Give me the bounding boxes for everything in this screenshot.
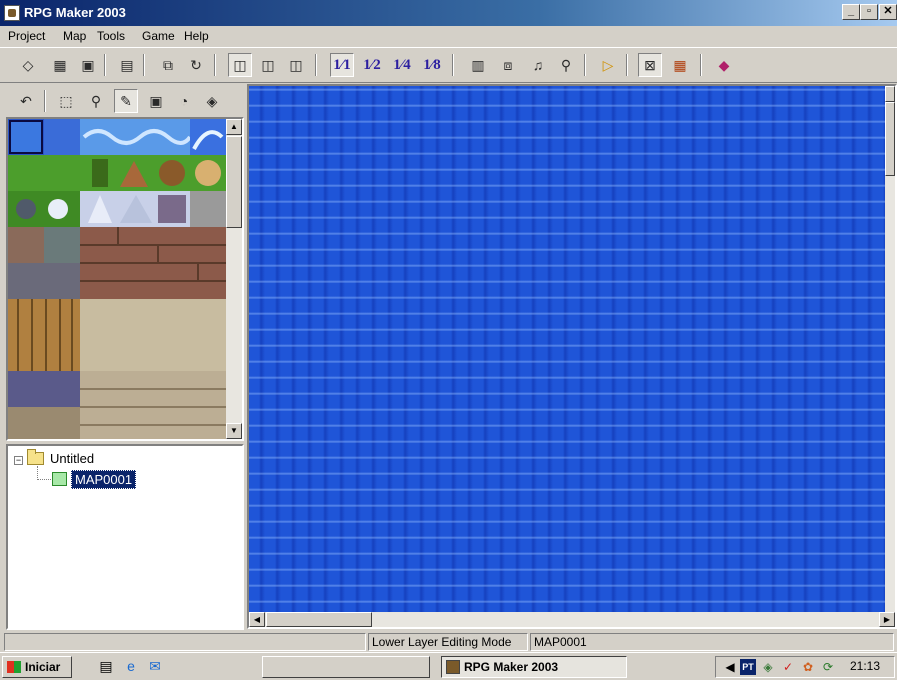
close-button[interactable]: ✕ bbox=[879, 4, 897, 20]
toolbar-separator bbox=[214, 54, 216, 76]
tileset-scrollbar[interactable]: ▲ ▼ bbox=[226, 119, 242, 439]
outlook-icon[interactable]: ✉ bbox=[146, 658, 164, 675]
status-cell-info bbox=[4, 633, 366, 651]
windows-taskbar: Iniciar ▤ e ✉ RPG Maker 2003 ◀ PT ◈ ✓ ✿ … bbox=[0, 652, 897, 680]
toolbar-separator bbox=[44, 90, 46, 112]
window-title: RPG Maker 2003 bbox=[24, 5, 126, 20]
map-scroll-right-button[interactable]: ▶ bbox=[879, 612, 895, 627]
scroll-up-button[interactable]: ▲ bbox=[226, 119, 242, 135]
start-button[interactable]: Iniciar bbox=[2, 656, 72, 678]
save-icon[interactable]: ▤ bbox=[115, 53, 139, 77]
map-hscroll-thumb[interactable] bbox=[266, 612, 372, 627]
toolbar-separator bbox=[143, 54, 145, 76]
tree-line bbox=[37, 479, 51, 480]
windows-logo-icon bbox=[7, 661, 21, 673]
start-label: Iniciar bbox=[25, 660, 61, 674]
search-icon[interactable]: ⚲ bbox=[554, 53, 578, 77]
fill-icon[interactable]: ◈ bbox=[200, 89, 224, 113]
app-window: RPG Maker 2003 _ ▫ ✕ Project Map Tools G… bbox=[0, 0, 897, 680]
rpg-maker-task-icon bbox=[446, 660, 460, 674]
status-bar: Lower Layer Editing Mode MAP0001 bbox=[0, 632, 897, 652]
toolbar-separator bbox=[626, 54, 628, 76]
clock: 21:13 bbox=[850, 659, 881, 673]
tileset-palette[interactable]: ▲ ▼ bbox=[6, 117, 244, 441]
main-toolbar: ◇ ▦ ▣ ▤ ⧉ ↻ ◫ ◫ ◫ 1⁄1 1⁄2 1⁄4 1⁄8 ▥ ⧈ ♫ … bbox=[0, 47, 897, 83]
zoom-1-2-button[interactable]: 1⁄2 bbox=[360, 53, 384, 77]
lower-layer-icon[interactable]: ◫ bbox=[228, 53, 252, 77]
map-horizontal-scrollbar[interactable]: ◀ ▶ bbox=[249, 612, 895, 627]
language-indicator[interactable]: PT bbox=[740, 659, 756, 675]
draw-toolbar: ↶ ⬚ ⚲ ✎ ▣ ◔ ◈ bbox=[0, 84, 246, 116]
tree-root-label[interactable]: Untitled bbox=[50, 451, 94, 466]
select-icon[interactable]: ⬚ bbox=[54, 89, 78, 113]
help-icon[interactable]: ◆ bbox=[712, 53, 736, 77]
cut-icon[interactable]: ⧉ bbox=[156, 53, 180, 77]
pencil-icon[interactable]: ✎ bbox=[114, 89, 138, 113]
status-map-name: MAP0001 bbox=[530, 633, 894, 651]
scroll-down-button[interactable]: ▼ bbox=[226, 423, 242, 439]
title-screen-icon[interactable]: ▦ bbox=[668, 53, 692, 77]
map-icon bbox=[52, 472, 67, 486]
map-vscroll-thumb[interactable] bbox=[885, 102, 895, 176]
system-tray: ◀ PT ◈ ✓ ✿ ⟳ 21:13 bbox=[715, 656, 895, 678]
zoom-1-1-button[interactable]: 1⁄1 bbox=[330, 53, 354, 77]
show-desktop-icon[interactable]: ▤ bbox=[97, 658, 115, 675]
network-icon[interactable]: ◈ bbox=[760, 659, 776, 675]
zoom-1-8-button[interactable]: 1⁄8 bbox=[420, 53, 444, 77]
maximize-button[interactable]: ▫ bbox=[860, 4, 878, 20]
map-scroll-up-button[interactable] bbox=[885, 86, 895, 102]
material-icon[interactable]: ⧈ bbox=[496, 53, 520, 77]
undo-icon[interactable]: ↶ bbox=[14, 89, 38, 113]
menu-map[interactable]: Map bbox=[63, 29, 86, 43]
rpg-maker-icon bbox=[4, 5, 20, 21]
play-test-icon[interactable]: ▷ bbox=[596, 53, 620, 77]
menu-tools[interactable]: Tools bbox=[97, 29, 125, 43]
rectangle-icon[interactable]: ▣ bbox=[144, 89, 168, 113]
music-icon[interactable]: ♫ bbox=[526, 53, 550, 77]
status-editing-mode: Lower Layer Editing Mode bbox=[368, 633, 528, 651]
volume-icon[interactable]: ◀ bbox=[722, 659, 738, 675]
fullscreen-icon[interactable]: ⊠ bbox=[638, 53, 662, 77]
map-water-tiles[interactable] bbox=[249, 86, 887, 612]
internet-explorer-icon[interactable]: e bbox=[122, 658, 140, 675]
menu-game[interactable]: Game bbox=[142, 29, 175, 43]
messenger-icon[interactable]: ✿ bbox=[800, 659, 816, 675]
toolbar-separator bbox=[700, 54, 702, 76]
database-icon[interactable]: ▥ bbox=[466, 53, 490, 77]
sync-icon[interactable]: ⟳ bbox=[820, 659, 836, 675]
task-button-empty[interactable] bbox=[262, 656, 430, 678]
menu-project[interactable]: Project bbox=[8, 29, 45, 43]
scroll-thumb[interactable] bbox=[226, 136, 242, 228]
title-bar[interactable]: RPG Maker 2003 _ ▫ ✕ bbox=[0, 0, 897, 26]
event-layer-icon[interactable]: ◫ bbox=[284, 53, 308, 77]
toolbar-separator bbox=[104, 54, 106, 76]
map-scroll-left-button[interactable]: ◀ bbox=[249, 612, 265, 627]
antivirus-icon[interactable]: ✓ bbox=[780, 659, 796, 675]
folder-icon bbox=[27, 449, 44, 465]
menu-bar: Project Map Tools Game Help bbox=[0, 26, 897, 46]
circle-icon[interactable]: ◔ bbox=[172, 89, 196, 113]
upper-layer-icon[interactable]: ◫ bbox=[256, 53, 280, 77]
tree-expander[interactable]: − bbox=[14, 456, 23, 465]
toolbar-separator bbox=[315, 54, 317, 76]
tileset-tiles[interactable] bbox=[8, 119, 226, 439]
task-label: RPG Maker 2003 bbox=[464, 660, 559, 674]
menu-help[interactable]: Help bbox=[184, 29, 209, 43]
task-button-rpg-maker[interactable]: RPG Maker 2003 bbox=[441, 656, 627, 678]
zoom-1-4-button[interactable]: 1⁄4 bbox=[390, 53, 414, 77]
map-vertical-scrollbar[interactable] bbox=[885, 86, 895, 612]
close-project-icon[interactable]: ▣ bbox=[76, 53, 100, 77]
minimize-button[interactable]: _ bbox=[842, 4, 860, 20]
toolbar-separator bbox=[452, 54, 454, 76]
map-editor-canvas[interactable]: ◀ ▶ bbox=[247, 84, 897, 629]
map-tree[interactable]: − Untitled MAP0001 bbox=[6, 444, 244, 630]
zoom-icon[interactable]: ⚲ bbox=[84, 89, 108, 113]
toolbar-separator bbox=[584, 54, 586, 76]
undo-toolbar-icon[interactable]: ↻ bbox=[184, 53, 208, 77]
open-project-icon[interactable]: ▦ bbox=[48, 53, 72, 77]
tree-item-map0001[interactable]: MAP0001 bbox=[71, 470, 137, 489]
tree-line bbox=[37, 466, 38, 480]
new-project-icon[interactable]: ◇ bbox=[16, 53, 40, 77]
